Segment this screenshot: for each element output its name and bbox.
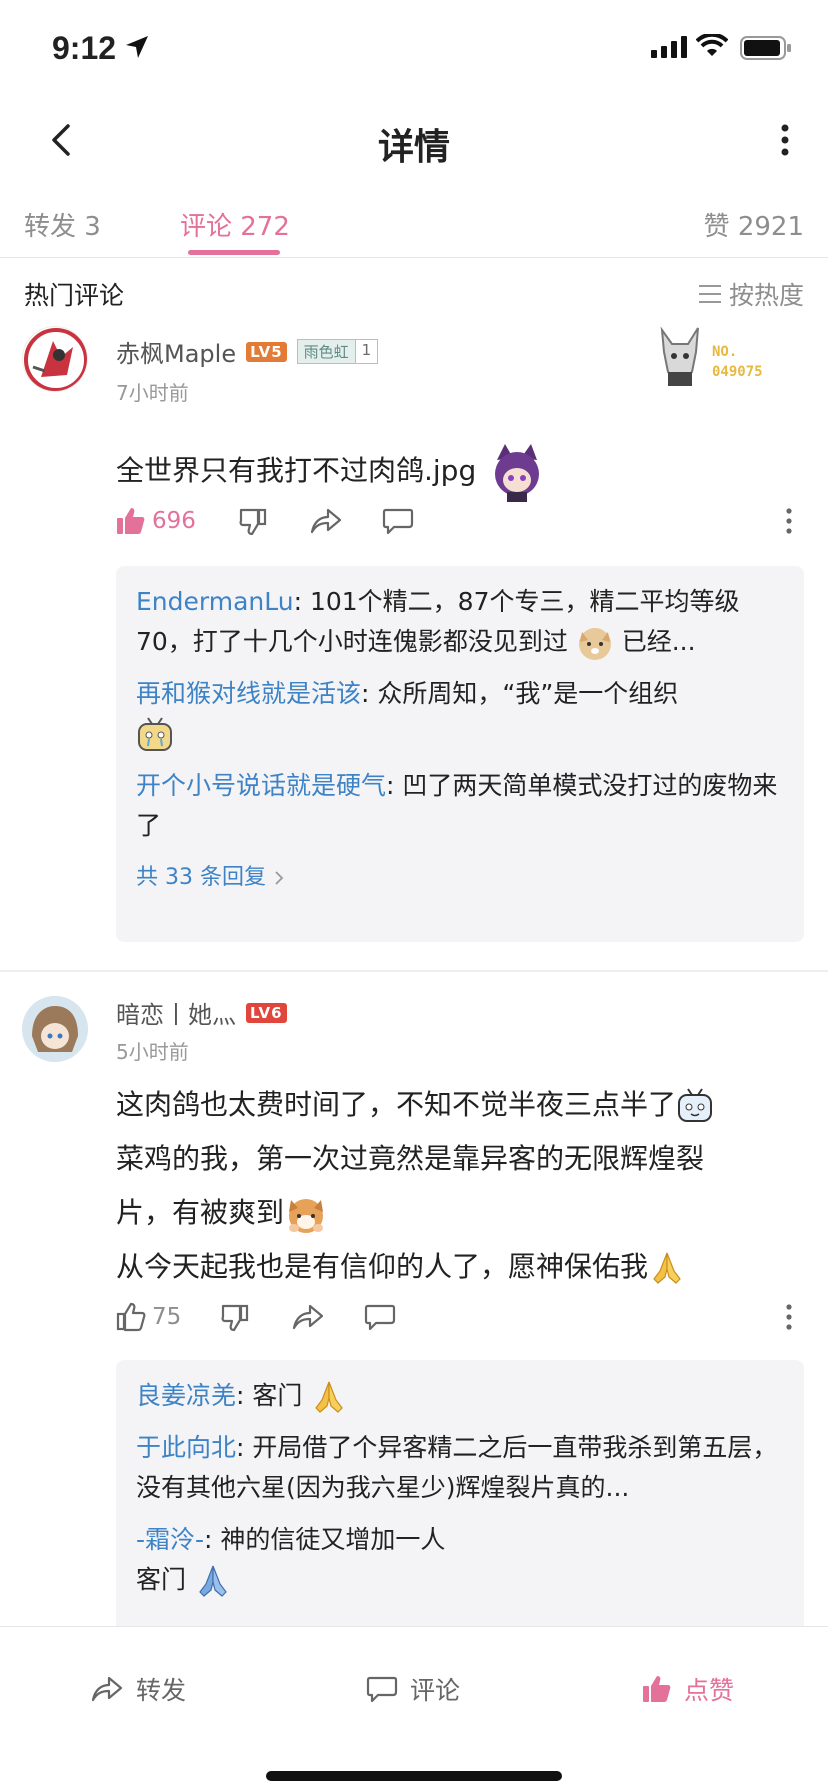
- page-title: 详情: [377, 127, 450, 168]
- decoration-no-label: NO.: [712, 344, 738, 360]
- username[interactable]: 暗恋丨她灬: [116, 995, 236, 1030]
- reply-text: : 客门: [236, 1381, 303, 1410]
- reply-item[interactable]: 再和猴对线就是活该: 众所周知，“我”是一个组织: [136, 674, 784, 754]
- decoration-number: 049075: [712, 364, 763, 380]
- comment-username-row: 赤枫Maple LV5 雨色虹 1: [116, 334, 379, 369]
- comment-divider: [0, 970, 828, 972]
- comment-actions: 696: [116, 506, 806, 550]
- sort-by-heat-button[interactable]: 按热度: [698, 276, 804, 312]
- bottom-like-button[interactable]: 点赞: [642, 1671, 734, 1707]
- like-count: 75: [152, 1304, 182, 1330]
- bottom-repost-label: 转发: [136, 1676, 187, 1705]
- reply-item[interactable]: -霜泠-: 神的信徒又增加一人 客门: [136, 1520, 784, 1600]
- shy-dog-sticker-icon: [289, 1199, 324, 1233]
- active-tab-indicator: [188, 250, 280, 255]
- dislike-icon[interactable]: [238, 506, 268, 536]
- comment-more-icon[interactable]: [784, 506, 794, 536]
- status-bar: 9:12: [0, 0, 828, 100]
- sort-list-icon: [698, 285, 721, 303]
- reply-username[interactable]: EndermanLu: [136, 587, 294, 616]
- share-icon[interactable]: [292, 1302, 324, 1332]
- more-options-icon[interactable]: [770, 118, 800, 162]
- comment-time: 5小时前: [116, 1040, 189, 1064]
- avatar[interactable]: [22, 326, 88, 392]
- detail-tabs: 转发 3 评论 272 赞 2921: [0, 196, 828, 258]
- wolf-decoration-icon: [660, 326, 699, 386]
- level-badge: LV6: [246, 1002, 287, 1023]
- praying-hands-icon: [653, 1252, 681, 1284]
- cellular-signal-icon: [651, 36, 687, 58]
- tab-like[interactable]: 赞 2921: [704, 206, 804, 243]
- thumbs-up-filled-icon: [643, 1676, 671, 1702]
- praying-hands-icon: [315, 1381, 344, 1413]
- reply-item[interactable]: EndermanLu: 101个精二，87个专三，精二平均等级70，打了十几个小…: [136, 582, 784, 662]
- comment-time: 7小时前: [116, 381, 189, 405]
- bottom-action-bar: 转发 评论 点赞: [0, 1626, 828, 1792]
- comment-actions: 75: [116, 1302, 806, 1346]
- reply-text: : 神的信徒又增加一人: [204, 1525, 446, 1554]
- reply-bubble-icon[interactable]: [364, 1302, 396, 1332]
- reply-username[interactable]: -霜泠-: [136, 1525, 204, 1554]
- hot-comments-label: 热门评论: [24, 281, 125, 310]
- like-button[interactable]: 75: [116, 1302, 181, 1332]
- fan-medal-badge[interactable]: 雨色虹 1: [296, 339, 379, 364]
- nav-header: 详情: [0, 100, 828, 180]
- reply-text-continued: 客门: [136, 1565, 187, 1594]
- comment-more-icon[interactable]: [784, 1302, 794, 1332]
- reply-preview-box[interactable]: 良姜凉羌: 客门 于此向北: 开局借了个异客精二之后一直带我杀到第五层，没有其他…: [116, 1360, 804, 1640]
- share-icon: [91, 1676, 123, 1702]
- like-count: 696: [152, 508, 196, 534]
- comment-text: 全世界只有我打不过肉鸽.jpg: [116, 440, 786, 504]
- battery-icon: [740, 36, 791, 60]
- view-all-replies-link[interactable]: 共 33 条回复: [136, 858, 784, 898]
- bottom-repost-button[interactable]: 转发: [90, 1671, 186, 1707]
- thumbs-up-outline-icon: [116, 1302, 146, 1332]
- level-badge: LV5: [246, 341, 287, 362]
- decoration-card[interactable]: NO. 049075: [652, 322, 792, 388]
- reply-tail: 已经...: [613, 627, 696, 656]
- reply-bubble-icon[interactable]: [382, 506, 414, 536]
- tv-face-sticker-icon: [678, 1088, 713, 1122]
- crying-tv-sticker-icon: [138, 717, 172, 751]
- location-arrow-icon: [126, 36, 148, 58]
- thumbs-up-filled-icon: [117, 508, 145, 534]
- reply-username[interactable]: 良姜凉羌: [136, 1381, 236, 1410]
- avatar[interactable]: [22, 996, 88, 1062]
- sort-label: 按热度: [728, 281, 804, 310]
- shiba-dog-sticker-icon: [578, 628, 611, 660]
- comment-bubble-icon: [366, 1676, 398, 1703]
- reply-username[interactable]: 开个小号说话就是硬气: [136, 771, 386, 800]
- reply-text: : 众所周知，“我”是一个组织: [361, 679, 679, 708]
- praying-hands-icon: [199, 1565, 227, 1597]
- wifi-icon: [696, 34, 728, 56]
- reply-item[interactable]: 良姜凉羌: 客门: [136, 1376, 784, 1416]
- bottom-like-label: 点赞: [684, 1676, 735, 1705]
- share-icon[interactable]: [310, 506, 342, 536]
- comment-text: 这肉鸽也太费时间了，不知不觉半夜三点半了 菜鸡的我，第一次过竟然是靠异客的无限辉…: [116, 1078, 786, 1294]
- reply-username[interactable]: 再和猴对线就是活该: [136, 679, 361, 708]
- username[interactable]: 赤枫Maple: [116, 334, 236, 369]
- cat-girl-sticker-icon: [495, 444, 540, 502]
- home-indicator[interactable]: [266, 1771, 562, 1781]
- comment-username-row: 暗恋丨她灬 LV6: [116, 995, 287, 1030]
- dislike-icon[interactable]: [220, 1302, 250, 1332]
- bottom-comment-label: 评论: [410, 1676, 461, 1705]
- reply-item[interactable]: 于此向北: 开局借了个异客精二之后一直带我杀到第五层，没有其他六星(因为我六星少…: [136, 1428, 784, 1508]
- bottom-comment-button[interactable]: 评论: [366, 1671, 460, 1707]
- reply-count-label: 共 33 条回复: [136, 865, 266, 890]
- reply-preview-box[interactable]: EndermanLu: 101个精二，87个专三，精二平均等级70，打了十几个小…: [116, 566, 804, 942]
- hot-comments-header: 热门评论 按热度: [24, 276, 804, 316]
- chevron-right-icon: [275, 871, 284, 885]
- reply-item[interactable]: 开个小号说话就是硬气: 凹了两天简单模式没打过的废物来了: [136, 766, 784, 846]
- tab-repost[interactable]: 转发 3: [24, 206, 101, 243]
- reply-username[interactable]: 于此向北: [136, 1433, 236, 1462]
- status-time: 9:12: [52, 30, 117, 66]
- like-button[interactable]: 696: [116, 506, 196, 536]
